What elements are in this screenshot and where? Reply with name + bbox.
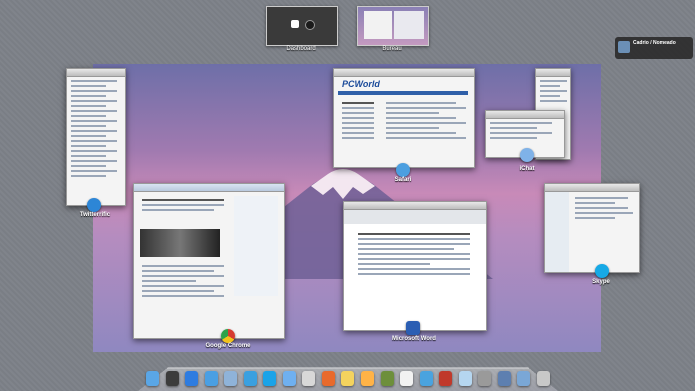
pcworld-logo: PCWorld [342,79,380,89]
calendar-icon[interactable] [400,371,414,386]
skype-icon[interactable] [263,371,277,386]
ichat-icon [520,148,534,162]
iphoto-icon[interactable] [458,371,472,386]
dashboard-widget-icon [291,20,299,28]
dashboard-widget-icon [305,20,315,30]
word-icon [406,321,420,335]
notification-banner[interactable]: Cadrio / Nomeado [615,37,693,59]
skype-window[interactable] [544,183,640,273]
itunes-icon[interactable] [419,371,433,386]
ichat-icon[interactable] [282,371,296,386]
system-preferences-icon[interactable] [478,371,492,386]
space-bureau-label: Bureau [382,46,402,52]
avatar-icon [618,41,630,53]
chrome-window[interactable] [133,183,285,339]
skype-label: Skype [592,279,610,285]
dock-items [146,366,550,386]
chrome-label: Google Chrome [205,343,251,349]
firefox-icon[interactable] [321,371,335,386]
twitterrific-icon[interactable] [243,371,257,386]
space-bureau-thumbnail[interactable] [357,6,429,46]
dashboard-icon[interactable] [165,371,179,386]
photo-booth-icon[interactable] [439,371,453,386]
chrome-icon[interactable] [302,371,316,386]
ichat-label: iChat [519,166,535,172]
trash-icon[interactable] [536,371,550,386]
mail-icon[interactable] [224,371,238,386]
word-label: Microsoft Word [392,336,436,342]
minecraft-icon[interactable] [380,371,394,386]
twitterrific-window[interactable] [66,68,126,206]
preview-icon[interactable] [341,371,355,386]
safari-window[interactable]: PCWorld [333,68,475,168]
garageband-icon[interactable] [361,371,375,386]
word-window[interactable] [343,201,487,331]
folder-icon[interactable] [497,371,511,386]
app-store-icon[interactable] [185,371,199,386]
safari-compass-icon [396,163,410,177]
twitterrific-icon [87,198,101,212]
skype-icon [595,264,609,278]
downloads-icon[interactable] [517,371,531,386]
space-dashboard-label: Dashboard [286,46,316,52]
finder-icon[interactable] [146,371,159,386]
article-image [140,229,220,257]
notification-title: Cadrio / Nomeado [633,40,676,46]
chrome-icon [221,329,235,343]
twitterrific-label: Twitterrific [79,212,111,218]
space-dashboard-thumbnail[interactable] [266,6,338,46]
safari-compass-icon[interactable] [204,371,218,386]
safari-label: Safari [394,177,412,183]
